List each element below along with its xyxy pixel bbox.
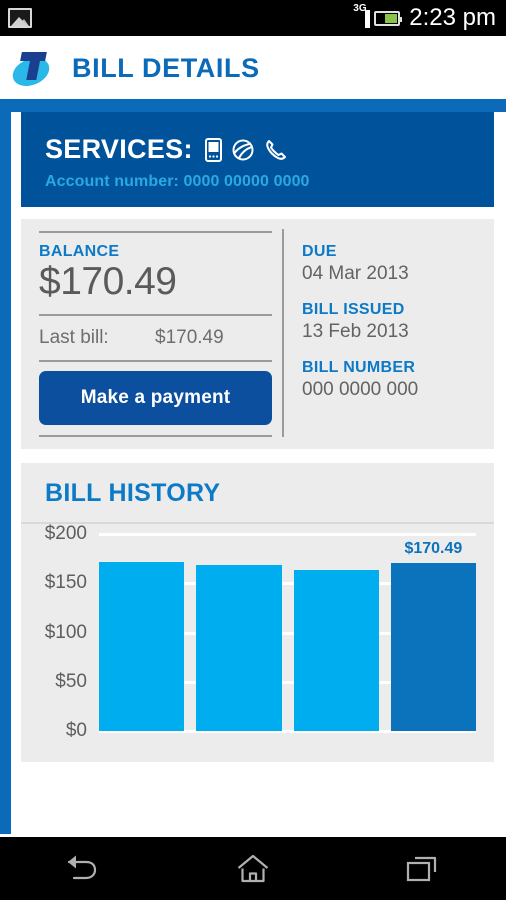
back-arrow-icon [64,853,104,885]
bill-number-value: 000 0000 000 [302,379,419,400]
telstra-logo-icon [8,47,54,91]
battery-icon [374,10,403,26]
home-icon [236,853,270,885]
bill-details-column: DUE 04 Mar 2013 BILL ISSUED 13 Feb 2013 … [282,229,480,437]
page-title: BILL DETAILS [72,53,260,83]
chart-bar[interactable] [99,561,185,731]
page-body: SERVICES: Account number: 0000 00000 000… [0,102,506,837]
services-icon-group [204,137,288,162]
make-a-payment-button[interactable]: Make a payment [39,371,272,425]
chart-area: $200 $150 $100 $50 $0 $170.49 [21,523,476,744]
bill-issued-label: BILL ISSUED [302,301,405,318]
account-number: Account number: 0000 00000 0000 [45,173,310,190]
chart-bar[interactable] [293,570,379,731]
divider-last-bill [39,360,272,362]
services-heading-row: SERVICES: [45,134,494,165]
chart-bar-column[interactable]: $170.49 [390,534,476,731]
status-bar-notifications [8,8,32,28]
due-block: DUE 04 Mar 2013 [302,243,480,285]
recents-button[interactable] [372,845,472,893]
last-bill-amount: $170.49 [155,327,224,348]
divider-balance [39,314,272,316]
chart-bar-column[interactable] [99,534,185,731]
status-bar-clock: 2:23 pm [409,4,496,31]
bill-history-title: BILL HISTORY [45,479,221,507]
internet-globe-icon[interactable] [231,138,255,162]
home-button[interactable] [203,845,303,893]
status-bar-system-icons: 3G 2:23 pm [353,4,496,31]
chart-bar-column[interactable] [293,534,379,731]
bill-issued-block: BILL ISSUED 13 Feb 2013 [302,301,480,343]
bill-issued-value: 13 Feb 2013 [302,321,409,342]
bill-history-card: BILL HISTORY $200 $150 $100 $50 $0 $170.49 [21,463,494,762]
page-content: SERVICES: Account number: 0000 00000 000… [11,112,506,837]
services-label: SERVICES: [45,134,193,164]
bill-number-block: BILL NUMBER 000 0000 000 [302,359,480,401]
balance-column: BALANCE $170.49 Last bill: $170.49 Make … [39,229,282,437]
home-phone-icon[interactable] [264,138,288,162]
gallery-icon [8,8,32,28]
chart-y-tick: $0 [65,720,87,741]
divider-top [39,231,272,233]
android-nav-bar [0,837,506,900]
chart-plot-area: $170.49 [99,533,476,733]
mobile-phone-icon[interactable] [204,137,222,162]
last-bill-row: Last bill: $170.49 [39,325,272,351]
chart-y-axis: $200 $150 $100 $50 $0 [21,523,93,741]
recent-apps-icon [405,854,439,884]
last-bill-label: Last bill: [39,327,109,348]
due-label: DUE [302,243,337,260]
status-bar: 3G 2:23 pm [0,0,506,36]
services-panel: SERVICES: Account number: 0000 00000 000… [21,112,494,207]
chart-y-tick: $50 [55,670,87,692]
app-bar: BILL DETAILS [0,36,506,101]
chart-bars: $170.49 [99,534,476,731]
chart-y-tick: $200 [44,523,87,544]
chart-bar[interactable] [390,563,476,731]
chart-bar-value-label: $170.49 [404,540,463,558]
phone-screen: 3G 2:23 pm BILL DETAILS SERVICES: Accoun… [0,0,506,900]
chart-bar-column[interactable] [196,534,282,731]
divider-bottom [39,435,272,437]
balance-amount: $170.49 [39,260,177,303]
bill-number-label: BILL NUMBER [302,359,416,376]
due-value: 04 Mar 2013 [302,263,409,284]
bill-summary-card: BALANCE $170.49 Last bill: $170.49 Make … [21,219,494,449]
bill-history-chart: $200 $150 $100 $50 $0 $170.49 [21,522,494,762]
back-button[interactable] [34,845,134,893]
chart-y-tick: $100 [44,621,87,643]
chart-y-tick: $150 [44,572,87,594]
bill-summary-columns: BALANCE $170.49 Last bill: $170.49 Make … [39,229,480,437]
chart-bar[interactable] [196,564,282,731]
